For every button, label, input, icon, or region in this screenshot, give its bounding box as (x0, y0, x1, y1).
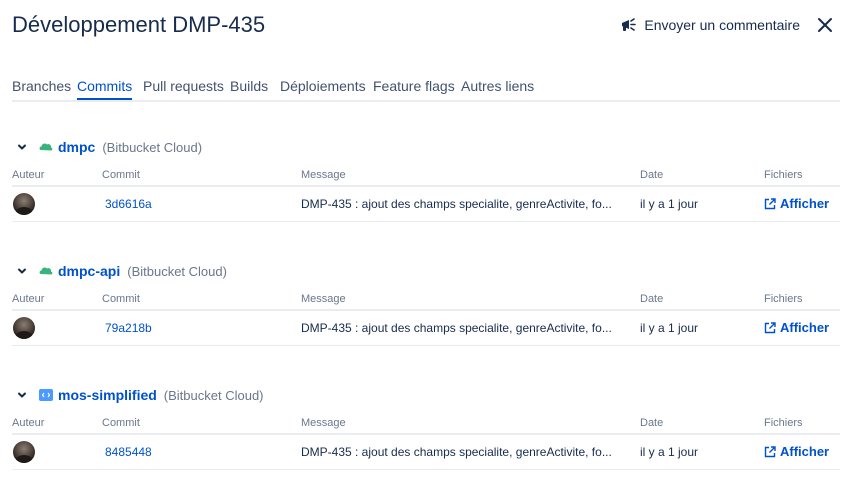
column-header-date: Date (640, 417, 664, 429)
megaphone-icon (620, 17, 638, 33)
column-header-commit: Commit (102, 417, 140, 429)
column-header-files: Fichiers (764, 417, 803, 429)
commit-message: DMP-435 : ajout des champs specialite, g… (301, 197, 612, 211)
external-link-icon (764, 321, 776, 334)
header-divider (12, 433, 840, 435)
column-header-author: Auteur (12, 293, 45, 305)
feedback-button[interactable]: Envoyer un commentaire (620, 15, 800, 35)
repo-name[interactable]: dmpc (58, 139, 95, 155)
commit-date: il y a 1 jour (640, 321, 699, 335)
repo-section-mos-simplified: mos-simplified (Bitbucket Cloud) Auteur … (0, 385, 846, 503)
tab-pull-requests[interactable]: Pull requests (143, 76, 224, 96)
code-repo-icon (38, 387, 54, 403)
column-header-author: Auteur (12, 169, 45, 181)
column-header-message: Message (301, 293, 346, 305)
column-header-files: Fichiers (764, 169, 803, 181)
column-header-date: Date (640, 169, 664, 181)
avatar (13, 441, 35, 463)
repo-header: dmpc-api (Bitbucket Cloud) (12, 261, 227, 281)
tab-feature-flags[interactable]: Feature flags (373, 76, 455, 96)
column-header-commit: Commit (102, 293, 140, 305)
page-title: Développement DMP-435 (12, 12, 266, 37)
close-button[interactable] (815, 15, 835, 35)
chevron-down-icon[interactable] (12, 385, 32, 405)
repo-host: (Bitbucket Cloud) (163, 387, 264, 403)
close-icon (817, 17, 833, 33)
bitbucket-repo-icon (38, 263, 54, 279)
bitbucket-repo-icon (38, 139, 54, 155)
commit-message: DMP-435 : ajout des champs specialite, g… (301, 445, 612, 459)
repo-header: dmpc (Bitbucket Cloud) (12, 137, 202, 157)
commit-message: DMP-435 : ajout des champs specialite, g… (301, 321, 612, 335)
header-divider (12, 309, 840, 311)
row-divider (12, 221, 840, 222)
view-files-link[interactable]: Afficher (764, 444, 829, 459)
chevron-down-icon[interactable] (12, 137, 32, 157)
column-header-message: Message (301, 169, 346, 181)
view-files-label: Afficher (780, 196, 830, 211)
repo-host: (Bitbucket Cloud) (102, 139, 203, 155)
repo-host: (Bitbucket Cloud) (127, 263, 227, 279)
commit-hash-link[interactable]: 8485448 (105, 445, 152, 459)
repo-section-dmpc-api: dmpc-api (Bitbucket Cloud) Auteur Commit… (0, 261, 846, 379)
external-link-icon (764, 445, 776, 458)
column-header-commit: Commit (102, 169, 140, 181)
column-header-author: Auteur (12, 417, 45, 429)
column-header-message: Message (301, 417, 346, 429)
view-files-link[interactable]: Afficher (764, 320, 829, 335)
column-header-files: Fichiers (764, 293, 803, 305)
avatar (13, 193, 35, 215)
tab-builds[interactable]: Builds (230, 76, 268, 96)
tab-commits[interactable]: Commits (77, 76, 133, 100)
column-header-date: Date (640, 293, 664, 305)
tab-other-links[interactable]: Autres liens (461, 76, 534, 96)
repo-name[interactable]: dmpc-api (58, 263, 120, 279)
row-divider (12, 469, 840, 470)
commit-date: il y a 1 jour (640, 445, 699, 459)
chevron-down-icon[interactable] (12, 261, 32, 281)
feedback-label: Envoyer un commentaire (644, 17, 800, 33)
repo-header: mos-simplified (Bitbucket Cloud) (12, 385, 264, 405)
tab-deployments[interactable]: Déploiements (280, 76, 366, 96)
commit-hash-link[interactable]: 3d6616a (105, 197, 152, 211)
view-files-label: Afficher (780, 444, 830, 459)
header-divider (12, 185, 840, 187)
row-divider (12, 345, 840, 346)
tab-branches[interactable]: Branches (12, 76, 71, 96)
external-link-icon (764, 197, 776, 210)
commit-hash-link[interactable]: 79a218b (105, 321, 152, 335)
commit-date: il y a 1 jour (640, 197, 699, 211)
avatar (13, 317, 35, 339)
view-files-label: Afficher (780, 320, 830, 335)
tab-bar: Branches Commits Pull requests Builds Dé… (12, 76, 840, 102)
view-files-link[interactable]: Afficher (764, 196, 829, 211)
repo-section-dmpc: dmpc (Bitbucket Cloud) Auteur Commit Mes… (0, 137, 846, 255)
repo-name[interactable]: mos-simplified (58, 387, 157, 403)
